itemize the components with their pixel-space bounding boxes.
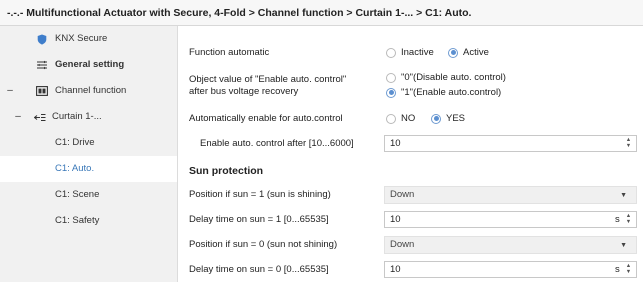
radio-icon bbox=[386, 113, 396, 124]
object-value-label-line1: Object value of "Enable auto. control" bbox=[189, 74, 347, 85]
chevron-down-icon: ▼ bbox=[620, 192, 627, 199]
collapse-icon[interactable]: – bbox=[5, 78, 15, 104]
sidebar-item-general-setting[interactable]: General setting bbox=[0, 52, 177, 78]
object-value-label-line2: after bus voltage recovery bbox=[189, 86, 299, 97]
function-automatic-active-radio[interactable]: Active bbox=[448, 47, 489, 58]
sidebar-item-label: C1: Safety bbox=[55, 215, 100, 226]
delay-sun0-label: Delay time on sun = 0 [0...65535] bbox=[189, 264, 329, 275]
auto-enable-label: Automatically enable for auto.control bbox=[189, 113, 343, 124]
position-sun0-dropdown[interactable]: Down ▼ bbox=[384, 236, 637, 254]
sidebar-item-channel-function[interactable]: – Channel function bbox=[0, 78, 177, 104]
sidebar-item-c1-auto[interactable]: C1: Auto. bbox=[0, 156, 177, 182]
collapse-icon[interactable]: – bbox=[13, 104, 23, 130]
auto-enable-yes-radio[interactable]: YES bbox=[431, 113, 465, 124]
sidebar-item-label: KNX Secure bbox=[55, 33, 108, 44]
delay-sun1-label: Delay time on sun = 1 [0...65535] bbox=[189, 214, 329, 225]
radio-label: YES bbox=[446, 113, 466, 124]
curtain-icon bbox=[34, 104, 46, 130]
sliders-icon bbox=[36, 52, 48, 78]
spinner-arrows-icon[interactable]: ▲ ▼ bbox=[625, 137, 632, 150]
delay-sun0-value: 10 bbox=[390, 264, 401, 275]
enable-after-input[interactable]: 10 ▲ ▼ bbox=[384, 135, 637, 152]
sidebar-item-label: Channel function bbox=[55, 85, 127, 96]
radio-label: Inactive bbox=[401, 47, 434, 58]
delay-sun1-value: 10 bbox=[390, 214, 401, 225]
sidebar-item-label: C1: Drive bbox=[55, 137, 95, 148]
spinner-arrows-icon[interactable]: ▲ ▼ bbox=[625, 213, 632, 226]
delay-sun1-input[interactable]: 10 ▲ ▼ bbox=[384, 211, 637, 228]
object-value-enable-radio[interactable]: "1"(Enable auto.control) bbox=[386, 87, 501, 98]
radio-selected-icon bbox=[431, 113, 441, 124]
function-automatic-label: Function automatic bbox=[189, 47, 270, 58]
enable-after-value: 10 bbox=[390, 138, 401, 149]
radio-icon bbox=[386, 72, 396, 83]
delay-sun0-input[interactable]: 10 ▲ ▼ bbox=[384, 261, 637, 278]
sidebar-item-c1-safety[interactable]: C1: Safety bbox=[0, 208, 177, 234]
radio-label: "0"(Disable auto. control) bbox=[401, 72, 506, 83]
shield-icon bbox=[36, 26, 48, 52]
sidebar: KNX Secure General setting – Channel fun… bbox=[0, 26, 178, 282]
sidebar-item-label: C1: Auto. bbox=[55, 163, 95, 174]
radio-selected-icon bbox=[386, 87, 396, 98]
parameter-panel: Function automatic Inactive Active Objec… bbox=[178, 26, 643, 282]
sidebar-item-curtain[interactable]: – Curtain 1-... bbox=[0, 104, 177, 130]
delay-sun0-unit: s bbox=[615, 264, 620, 275]
sidebar-item-label: Curtain 1-... bbox=[52, 111, 102, 122]
dropdown-value: Down bbox=[390, 239, 415, 250]
breadcrumb-title: -.-.- Multifunctional Actuator with Secu… bbox=[0, 0, 643, 26]
position-sun1-label: Position if sun = 1 (sun is shining) bbox=[189, 189, 331, 200]
radio-selected-icon bbox=[448, 47, 458, 58]
sidebar-item-label: General setting bbox=[55, 59, 125, 70]
module-icon bbox=[36, 78, 48, 104]
dropdown-value: Down bbox=[390, 189, 415, 200]
sun-protection-heading: Sun protection bbox=[189, 165, 264, 177]
radio-label: NO bbox=[401, 113, 416, 124]
enable-after-label: Enable auto. control after [10...6000] bbox=[200, 138, 354, 149]
radio-icon bbox=[386, 47, 396, 58]
position-sun1-dropdown[interactable]: Down ▼ bbox=[384, 186, 637, 204]
radio-label: "1"(Enable auto.control) bbox=[401, 87, 502, 98]
delay-sun1-unit: s bbox=[615, 214, 620, 225]
auto-enable-no-radio[interactable]: NO bbox=[386, 113, 415, 124]
chevron-down-icon: ▼ bbox=[620, 242, 627, 249]
sidebar-item-knx-secure[interactable]: KNX Secure bbox=[0, 26, 177, 52]
position-sun0-label: Position if sun = 0 (sun not shining) bbox=[189, 239, 338, 250]
radio-label: Active bbox=[463, 47, 489, 58]
sidebar-item-c1-drive[interactable]: C1: Drive bbox=[0, 130, 177, 156]
object-value-disable-radio[interactable]: "0"(Disable auto. control) bbox=[386, 72, 506, 83]
sidebar-item-c1-scene[interactable]: C1: Scene bbox=[0, 182, 177, 208]
sidebar-item-label: C1: Scene bbox=[55, 189, 100, 200]
spinner-arrows-icon[interactable]: ▲ ▼ bbox=[625, 263, 632, 276]
function-automatic-inactive-radio[interactable]: Inactive bbox=[386, 47, 434, 58]
